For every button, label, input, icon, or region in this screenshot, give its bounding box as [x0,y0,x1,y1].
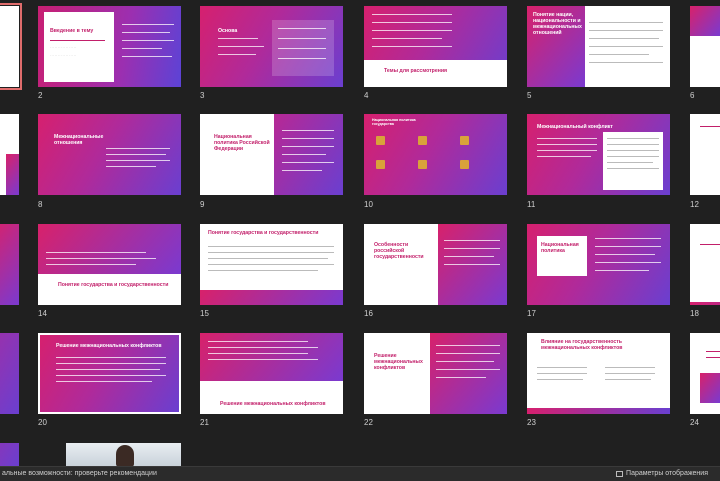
slide-thumb-13[interactable] [0,224,19,305]
slide-thumb-7[interactable] [0,114,19,195]
slide-number: 15 [200,309,209,318]
slide-number: 18 [690,309,699,318]
slide-number: 8 [38,200,43,209]
slide-thumb-21[interactable]: Решение межнациональных конфликтов [200,333,343,414]
slide-number: 6 [690,91,695,100]
slide-thumb-18[interactable] [690,224,720,305]
slide-title: Понятие государства и государственности [208,230,319,236]
slide-number: 16 [364,309,373,318]
slide-thumb-24[interactable] [690,333,720,414]
slide-thumb-9[interactable]: Национальная политика Российской Федерац… [200,114,343,195]
slide-thumb-5[interactable]: Понятие нации, национальности и межнацио… [527,6,670,87]
slide-thumb-15[interactable]: Понятие государства и государственности [200,224,343,305]
slide-number: 10 [364,200,373,209]
slide-title: Влияние на государственность межнационал… [541,339,623,351]
slide-number: 11 [527,200,536,209]
slide-title: Межнациональный конфликт [537,124,613,130]
slide-thumb-14[interactable]: Понятие государства и государственности [38,224,181,305]
slide-title: Решение межнациональных конфликтов [220,401,326,407]
slide-thumb-1[interactable] [0,3,22,90]
slide-number: 14 [38,309,47,318]
slide-number: 12 [690,200,699,209]
slide-thumb-11[interactable]: Межнациональный конфликт [527,114,670,195]
slide-thumb-26[interactable] [66,443,181,466]
slide-number: 3 [200,91,205,100]
slide-thumb-12[interactable] [690,114,720,195]
slide-title: Введение в тему [50,28,94,34]
person-photo [116,445,134,466]
slide-title: Понятие государства и государственности [58,282,169,288]
slide-thumb-25[interactable] [0,443,19,466]
slide-title: Национальная политика Российской Федерац… [214,134,270,152]
slide-title: Решение межнациональных конфликтов [374,353,423,371]
slide-number: 22 [364,418,373,427]
slide-thumb-4[interactable]: Темы для рассмотрения [364,6,507,87]
slide-thumb-10[interactable]: Национальная политика государства [364,114,507,195]
display-settings-label: Параметры отображения [626,470,708,477]
slide-thumb-16[interactable]: Особенности российской государственности [364,224,507,305]
slide-number: 4 [364,91,369,100]
slide-number: 23 [527,418,536,427]
slide-title: Понятие нации, национальности и межнацио… [533,12,582,36]
slide-number: 2 [38,91,43,100]
slide-thumb-23[interactable]: Влияние на государственность межнационал… [527,333,670,414]
slide-title: Темы для рассмотрения [384,68,448,74]
slide-number: 21 [200,418,209,427]
slide-thumb-19[interactable] [0,333,19,414]
slide-title: Национальная политика государства [372,118,416,126]
status-bar: альные возможности: проверьте рекомендац… [0,466,720,481]
slide-number: 9 [200,200,205,209]
slide-number: 17 [527,309,536,318]
accessibility-status[interactable]: альные возможности: проверьте рекомендац… [2,467,157,481]
slide-thumb-20[interactable]: Решение межнациональных конфликтов [38,333,181,414]
slide-title: Межнациональные отношения [54,134,104,146]
slide-title: Национальная политика [541,242,579,254]
slide-thumb-8[interactable]: Межнациональные отношения [38,114,181,195]
slide-thumb-17[interactable]: Национальная политика [527,224,670,305]
slide-number: 5 [527,91,532,100]
slide-number: 24 [690,418,699,427]
slide-thumb-3[interactable]: Основа [200,6,343,87]
slide-thumb-2[interactable]: Введение в тему · · · · · · · · · · · · … [38,6,181,87]
slide-sorter-grid: Введение в тему · · · · · · · · · · · · … [0,0,720,466]
display-settings-button[interactable]: Параметры отображения [616,467,708,481]
slide-number: 20 [38,418,47,427]
display-settings-icon [616,471,624,477]
slide-title: Решение межнациональных конфликтов [56,343,162,349]
slide-thumb-6[interactable] [690,6,720,87]
slide-title: Основа [218,28,238,34]
slide-title: Особенности российской государственности [374,242,424,260]
slide-thumb-22[interactable]: Решение межнациональных конфликтов [364,333,507,414]
